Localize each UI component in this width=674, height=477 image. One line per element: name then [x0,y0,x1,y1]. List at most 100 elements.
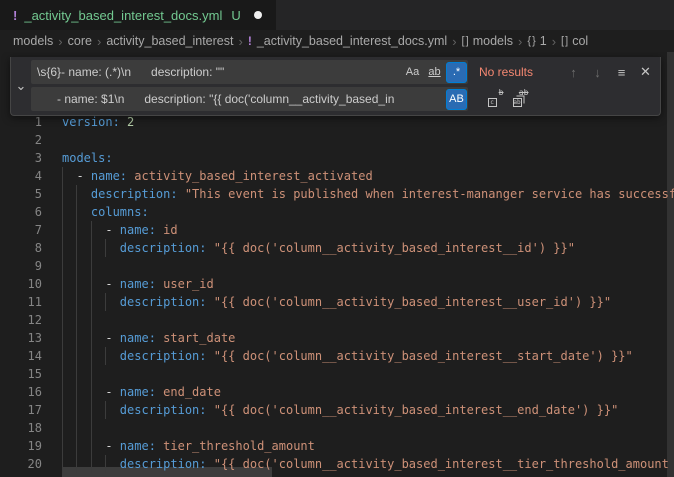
preserve-case-button[interactable]: AB [446,89,467,110]
line-number: 15 [0,365,42,383]
replace-icon-top: b [499,88,504,97]
code-line-text[interactable]: - name: user_id [62,275,674,293]
breadcrumb-separator-icon: › [238,34,242,49]
indent-guide [76,275,77,293]
whole-word-button[interactable]: ab [424,62,445,83]
code-line: 7 - name: id [0,221,674,239]
code-line: 6 columns: [0,203,674,221]
replace-all-icon-top: ab [519,88,529,97]
find-input[interactable]: \s{6}- name: (.*)\n description: "" Aa a… [31,60,468,84]
indent-guide [76,419,77,437]
line-number: 6 [0,203,42,221]
code-line-text[interactable]: - name: activity_based_interest_activate… [62,167,674,185]
breadcrumb-item-models[interactable]: [ ] models [462,34,513,48]
code-line-text[interactable] [62,419,674,437]
code-line-text[interactable] [62,131,674,149]
indent-guide [76,203,77,221]
indent-guide [62,329,63,347]
code-line-text[interactable]: description: "This event is published wh… [62,185,674,203]
find-in-selection-button[interactable]: ≡ [611,62,632,83]
line-number: 8 [0,239,42,257]
indent-guide [62,239,63,257]
toggle-replace-button[interactable]: ⌄ [11,60,31,111]
code-line-text[interactable]: - name: tier_threshold_amount [62,437,674,455]
arrow-up-icon: ↑ [570,65,577,80]
array-icon: [ ] [561,35,567,47]
code-line-text[interactable]: description: "{{ doc('column__activity_b… [62,347,674,365]
whole-word-label: ab [428,66,440,78]
replace-all-icon: ab ab [513,91,529,107]
indent-guide [62,401,63,419]
code-line: 19 - name: tier_threshold_amount [0,437,674,455]
arrow-down-icon: ↓ [594,65,601,80]
line-number: 4 [0,167,42,185]
replace-all-button[interactable]: ab ab [510,89,531,110]
indent-guide [105,293,106,311]
indent-guide [105,239,106,257]
code-line-text[interactable]: models: [62,149,674,167]
indent-guide [62,221,63,239]
indent-guide [62,347,63,365]
indent-guide [91,401,92,419]
code-line-text[interactable] [62,365,674,383]
replace-input[interactable]: - name: $1\n description: "{{ doc('colum… [31,87,468,111]
code-line-text[interactable]: - name: end_date [62,383,674,401]
line-number: 11 [0,293,42,311]
breadcrumb-label: models [473,34,513,48]
indent-guide [91,419,92,437]
close-find-widget-button[interactable]: ✕ [635,62,656,83]
breadcrumb-item-models[interactable]: models [13,34,53,48]
code-line-text[interactable] [62,257,674,275]
code-line-text[interactable]: columns: [62,203,674,221]
breadcrumb-item-col[interactable]: [ ]col [561,34,588,48]
code-line-text[interactable]: - name: id [62,221,674,239]
indent-guide [62,437,63,455]
code-line-text[interactable]: - name: start_date [62,329,674,347]
indent-guide [76,383,77,401]
breadcrumb-item-activity_based_interest[interactable]: activity_based_interest [106,34,233,48]
modified-dot-icon[interactable] [254,11,262,19]
code-area[interactable]: 1version: 223models:4 - name: activity_b… [0,113,674,473]
code-line: 8 description: "{{ doc('column__activity… [0,239,674,257]
yaml-file-icon: ! [13,8,17,23]
next-match-button[interactable]: ↓ [587,62,608,83]
code-line-text[interactable]: description: "{{ doc('column__activity_b… [62,239,674,257]
code-line-text[interactable]: description: "{{ doc('column__activity_b… [62,401,674,419]
breadcrumb-separator-icon: › [552,34,556,49]
match-case-button[interactable]: Aa [402,62,423,83]
breadcrumb-item-core[interactable]: core [68,34,92,48]
breadcrumb-label: 1 [540,34,547,48]
code-line: 20 description: "{{ doc('column__activit… [0,455,674,473]
replace-button[interactable]: b c [485,89,506,110]
indent-guide [91,257,92,275]
indent-guide [91,293,92,311]
breadcrumb-separator-icon: › [58,34,62,49]
code-line-text[interactable] [62,311,674,329]
indent-guide [76,455,77,473]
line-number: 9 [0,257,42,275]
array-icon: [ ] [462,35,468,47]
previous-match-button[interactable]: ↑ [563,62,584,83]
code-line-text[interactable]: description: "{{ doc('column__activity_b… [62,455,674,473]
code-line: 4 - name: activity_based_interest_activa… [0,167,674,185]
regex-button[interactable]: .* [446,62,467,83]
tab-active-file[interactable]: ! _activity_based_interest_docs.yml U [0,0,276,30]
find-row: \s{6}- name: (.*)\n description: "" Aa a… [31,60,656,84]
find-replace-widget: ⌄ \s{6}- name: (.*)\n description: "" Aa… [10,57,661,116]
code-line-text[interactable]: description: "{{ doc('column__activity_b… [62,293,674,311]
code-line: 12 [0,311,674,329]
indent-guide [62,293,63,311]
tab-filename: _activity_based_interest_docs.yml [24,8,222,23]
indent-guide [76,293,77,311]
editor[interactable]: ⌄ \s{6}- name: (.*)\n description: "" Aa… [0,52,674,477]
indent-guide [76,347,77,365]
line-number: 3 [0,149,42,167]
breadcrumb-label: activity_based_interest [106,34,233,48]
tab-bar: ! _activity_based_interest_docs.yml U [0,0,674,30]
breadcrumb-label: core [68,34,92,48]
object-icon: { } [527,35,534,47]
breadcrumb-item-1[interactable]: { } 1 [527,34,546,48]
breadcrumb-item-_activity_based_interest_docs.yml[interactable]: !_activity_based_interest_docs.yml [248,34,447,48]
code-line: 3 models: [0,149,674,167]
line-number: 17 [0,401,42,419]
